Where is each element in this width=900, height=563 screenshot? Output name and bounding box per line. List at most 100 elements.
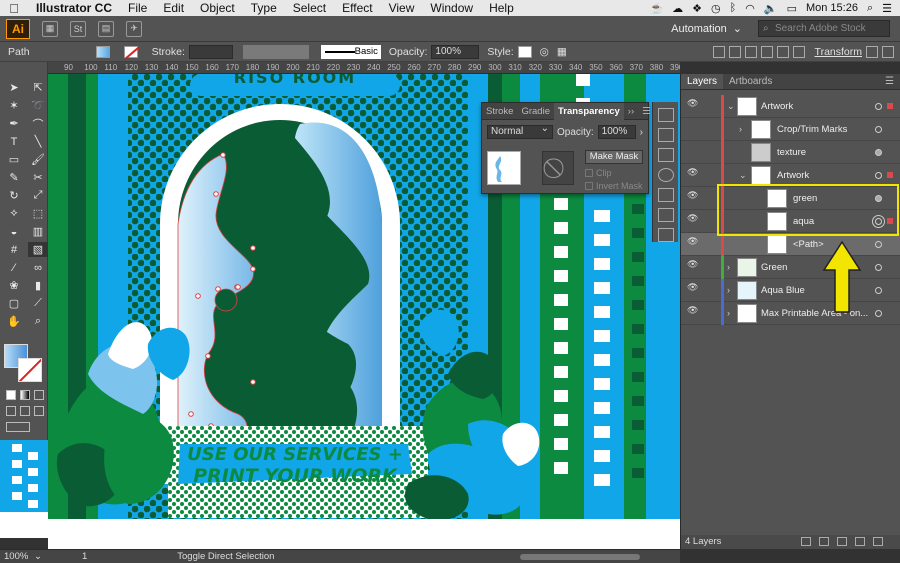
blend-tool-icon[interactable]: ∞ (28, 260, 48, 275)
gradient-tool-icon[interactable]: ▧ (28, 242, 48, 257)
pen-tool-icon[interactable]: ✒ (4, 116, 24, 131)
menu-view[interactable]: View (381, 1, 423, 15)
opacity-label[interactable]: Opacity: (389, 46, 428, 58)
list-icon[interactable]: ☰ (882, 2, 892, 15)
hand-tool-icon[interactable]: ✋ (4, 314, 24, 329)
layer-name[interactable]: Green (761, 262, 787, 273)
cloud-icon[interactable]: ☁ (672, 2, 683, 15)
locate-object-icon[interactable] (801, 537, 811, 546)
zoom-tool-icon[interactable]: ⌕ (28, 314, 48, 329)
screen-mode-icon[interactable] (6, 422, 30, 432)
transform-link[interactable]: Transform (815, 46, 862, 58)
recolor-artwork-icon[interactable]: ◎ (540, 46, 549, 58)
tab-stroke[interactable]: Stroke (482, 106, 517, 117)
invert-mask-checkbox[interactable]: Invert Mask (585, 181, 643, 191)
align-right-icon[interactable] (744, 45, 757, 58)
chevron-down-icon[interactable]: ⌄ (727, 101, 735, 112)
zoom-dropdown-icon[interactable]: ⌄ (34, 551, 42, 562)
layer-name[interactable]: <Path> (793, 239, 824, 250)
target-icon[interactable] (875, 287, 882, 294)
fill-swatch[interactable] (95, 45, 110, 58)
menu-icon[interactable] (882, 45, 894, 58)
visibility-eye-icon[interactable] (687, 167, 698, 178)
target-icon[interactable] (875, 264, 882, 271)
slice-tool-icon[interactable]: ⟋ (28, 296, 48, 311)
visibility-eye-icon[interactable] (687, 213, 698, 224)
make-mask-button[interactable]: Make Mask (585, 150, 643, 164)
stock-search-input[interactable]: ⌕ Search Adobe Stock (758, 20, 890, 37)
draw-normal-icon[interactable] (6, 406, 16, 416)
symbols-icon[interactable] (657, 228, 674, 242)
stroke-box[interactable] (18, 358, 42, 382)
graphic-style-swatch[interactable] (517, 45, 532, 58)
free-transform-tool-icon[interactable]: ⬚ (28, 206, 48, 221)
symbol-sprayer-tool-icon[interactable]: ❀ (4, 278, 24, 293)
align-icon[interactable]: ▦ (557, 46, 567, 58)
menu-app-name[interactable]: Illustrator CC (28, 1, 120, 15)
zoom-level[interactable]: 100% (0, 551, 34, 562)
workspace-switcher[interactable]: Automation ⌄ (671, 22, 742, 36)
align-center-icon[interactable] (728, 45, 741, 58)
color-guide-icon[interactable] (657, 148, 674, 162)
clock-icon[interactable]: ◷ (711, 2, 721, 15)
chevron-right-icon[interactable]: › (727, 262, 730, 272)
tab-gradient[interactable]: Gradie (517, 106, 554, 117)
clip-checkbox[interactable]: Clip (585, 168, 612, 178)
volume-icon[interactable]: 🔈 (764, 2, 778, 15)
visibility-eye-icon[interactable] (687, 259, 698, 270)
fill-stroke-control[interactable] (4, 344, 44, 384)
layer-row-green-layer[interactable]: › Green (681, 256, 900, 279)
layer-name[interactable]: Artwork (761, 101, 793, 112)
menu-edit[interactable]: Edit (155, 1, 192, 15)
battery-icon[interactable]: ▭ (787, 2, 797, 15)
layer-name[interactable]: Crop/Trim Marks (777, 124, 847, 135)
menu-object[interactable]: Object (192, 1, 243, 15)
mesh-tool-icon[interactable]: # (4, 242, 24, 257)
visibility-eye-icon[interactable] (687, 282, 698, 293)
tab-layers[interactable]: Layers (681, 74, 724, 89)
layer-name[interactable]: Aqua Blue (761, 285, 805, 296)
transparency-opacity-field[interactable]: 100% (597, 125, 636, 139)
paintbrush-tool-icon[interactable]: 🖌 (28, 152, 48, 167)
menubar-clock[interactable]: Mon 15:26 (806, 2, 858, 14)
character-icon[interactable] (657, 188, 674, 202)
shape-builder-tool-icon[interactable]: ◒ (4, 224, 24, 239)
bluetooth-icon[interactable]: ᛒ (730, 2, 737, 14)
stock-icon[interactable]: St (70, 20, 86, 37)
menu-help[interactable]: Help (481, 1, 522, 15)
rotate-tool-icon[interactable]: ↻ (4, 188, 24, 203)
menu-select[interactable]: Select (285, 1, 334, 15)
align-bottom-icon[interactable] (792, 45, 805, 58)
bridge-icon[interactable]: ▦ (42, 20, 58, 37)
arrange-documents-icon[interactable]: ▤ (98, 20, 114, 37)
selection-indicator[interactable] (887, 103, 893, 109)
target-icon[interactable] (875, 103, 882, 110)
wifi-icon[interactable]: ◠ (745, 2, 755, 15)
visibility-eye-icon[interactable] (687, 98, 698, 109)
menu-window[interactable]: Window (422, 1, 481, 15)
coffee-icon[interactable]: ☕ (649, 2, 663, 15)
chevron-down-icon[interactable]: ⌄ (739, 170, 747, 181)
artboard-number[interactable]: 1 (82, 551, 87, 562)
align-top-icon[interactable] (760, 45, 773, 58)
shaper-tool-icon[interactable]: ✎ (4, 170, 24, 185)
menu-type[interactable]: Type (243, 1, 285, 15)
apple-icon[interactable]:  (0, 1, 28, 16)
status-message[interactable]: Toggle Direct Selection (177, 551, 274, 562)
horizontal-ruler[interactable]: 90 100 110 120 130 140 150 160 170 180 190 200 210 22… (48, 62, 680, 74)
dropbox-icon[interactable]: ❖ (692, 2, 702, 15)
selection-indicator[interactable] (887, 172, 893, 178)
layer-row-aqua-blue[interactable]: › Aqua Blue (681, 279, 900, 302)
lasso-tool-icon[interactable]: ➰ (28, 98, 48, 113)
stroke-weight-field[interactable] (188, 44, 233, 59)
scale-tool-icon[interactable]: ⤢ (28, 188, 48, 203)
draw-inside-icon[interactable] (34, 406, 44, 416)
opacity-mask-slot[interactable]: ⃠ (542, 151, 574, 185)
opacity-field[interactable]: 100% (431, 44, 480, 59)
search-icon[interactable]: ⌕ (867, 2, 873, 15)
layer-row-artwork[interactable]: ⌄ Artwork (681, 95, 900, 118)
chevron-right-icon[interactable]: › (739, 124, 742, 134)
gradient-icon[interactable] (20, 390, 30, 400)
target-icon[interactable] (875, 172, 882, 179)
perspective-grid-tool-icon[interactable]: ▥ (28, 224, 48, 239)
